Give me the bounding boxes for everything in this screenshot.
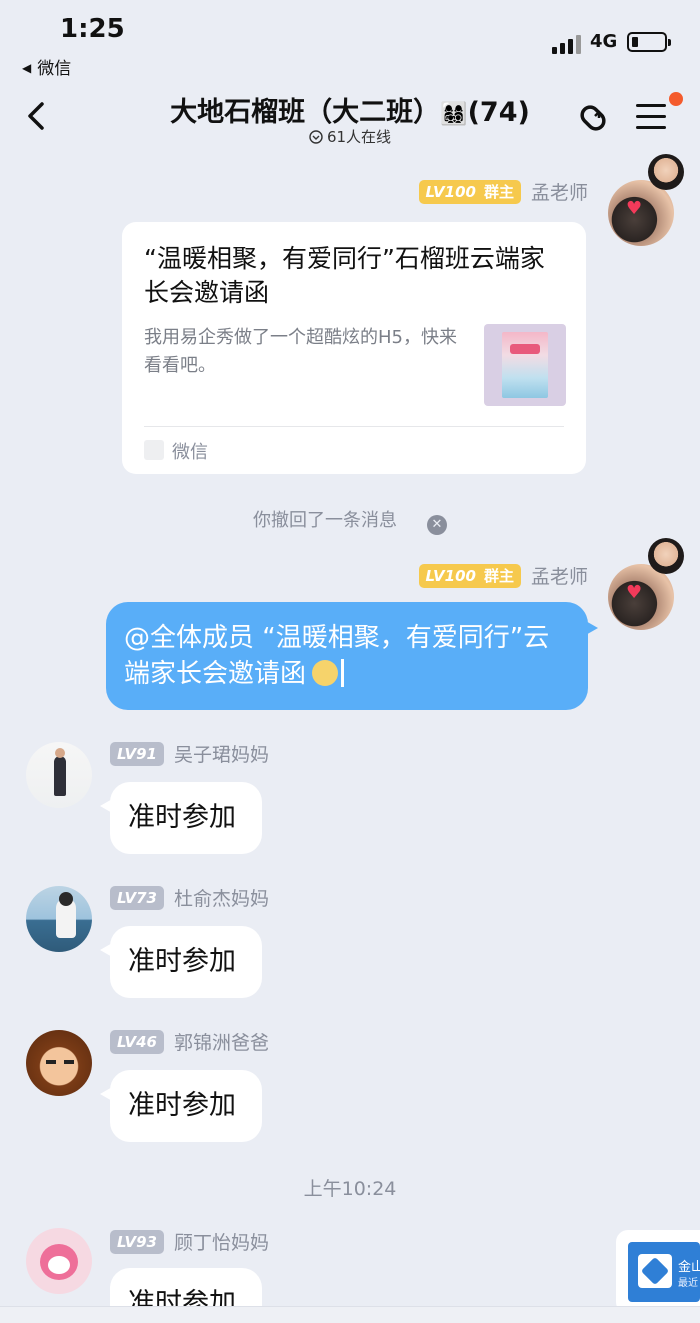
source-app-icon xyxy=(144,440,164,460)
input-bar[interactable] xyxy=(0,1306,700,1323)
message-bubble-self[interactable]: @全体成员 “温暖相聚，有爱同行”云端家长会邀请函 xyxy=(106,602,598,710)
card-divider xyxy=(144,426,564,427)
message-bubble[interactable]: 准时参加 xyxy=(100,1070,262,1142)
family-emoji-icon: 👩‍👩‍👧‍👦 xyxy=(440,102,468,127)
card-title: “温暖相聚，有爱同行”石榴班云端家长会邀请函 xyxy=(144,244,545,307)
status-time: 1:25 xyxy=(60,14,125,44)
message-meta: LV91 吴子珺妈妈 xyxy=(110,740,269,767)
floating-app-tile[interactable]: 金山 最近 xyxy=(616,1230,700,1314)
message-bubble[interactable]: 准时参加 xyxy=(100,926,262,998)
back-triangle-icon: ◀ xyxy=(22,61,32,75)
message-meta: LV93 顾丁怡妈妈 xyxy=(110,1228,269,1255)
group-name: 大地石榴班（大二班） xyxy=(170,97,441,128)
owner-role-label: 群主 xyxy=(483,567,514,585)
battery-icon xyxy=(627,32,671,52)
message-meta: LV100 群主 孟老师 xyxy=(418,178,588,205)
recall-text: 你撤回了一条消息 xyxy=(253,510,397,531)
level-badge: LV46 xyxy=(110,1029,164,1054)
card-description: 我用易企秀做了一个超酷炫的H5，快来看看吧。 xyxy=(144,327,457,376)
card-source: 微信 xyxy=(172,442,208,463)
message-meta: LV100 群主 孟老师 xyxy=(418,562,588,589)
share-link-icon[interactable] xyxy=(572,98,614,138)
tile-subtitle: 最近 xyxy=(678,1278,698,1289)
app-tile-body: 金山 最近 xyxy=(628,1242,700,1302)
level-badge: LV73 xyxy=(110,885,164,910)
network-type: 4G xyxy=(590,31,618,52)
sender-name: 孟老师 xyxy=(530,182,588,204)
level-text: LV100 xyxy=(425,566,476,585)
level-badge: LV93 xyxy=(110,1229,164,1254)
avatar[interactable] xyxy=(26,1228,92,1294)
kingsoft-logo-icon xyxy=(638,1254,672,1288)
heart-icon: ♥ xyxy=(626,198,643,219)
notification-dot xyxy=(669,92,683,106)
heart-icon: ♥ xyxy=(626,582,643,603)
level-text: LV100 xyxy=(425,182,476,201)
message-bubble[interactable]: 准时参加 xyxy=(110,1268,262,1308)
back-to-app-link[interactable]: ◀ 微信 xyxy=(22,54,71,79)
online-indicator-icon xyxy=(309,130,323,144)
emoji-face-icon xyxy=(312,660,339,686)
status-bar: 1:25 ◀ 微信 4G xyxy=(0,0,700,84)
tile-title: 金山 xyxy=(678,1260,700,1275)
avatar[interactable] xyxy=(26,886,92,952)
menu-icon[interactable] xyxy=(636,104,668,132)
avatar[interactable] xyxy=(26,742,92,808)
level-badge: LV100 群主 xyxy=(418,179,521,204)
member-count: (74) xyxy=(467,97,530,128)
avatar[interactable] xyxy=(26,1030,92,1096)
dismiss-icon[interactable]: ✕ xyxy=(427,514,447,535)
message-text: @全体成员 “温暖相聚，有爱同行”云端家长会邀请函 xyxy=(124,623,550,689)
message-meta: LV46 郭锦洲爸爸 xyxy=(110,1028,269,1055)
level-badge: LV91 xyxy=(110,741,164,766)
level-badge: LV100 群主 xyxy=(418,563,521,588)
sender-name: 顾丁怡妈妈 xyxy=(173,1232,269,1254)
signal-strength-icon xyxy=(552,34,584,54)
message-text: 准时参加 xyxy=(128,1288,236,1308)
avatar-sticker xyxy=(648,538,684,574)
owner-role-label: 群主 xyxy=(483,183,514,201)
chat-header: 大地石榴班（大二班）👩‍👩‍👧‍👦(74) 61人在线 xyxy=(0,84,700,156)
sender-name: 孟老师 xyxy=(530,566,588,588)
text-cursor xyxy=(341,659,345,687)
message-meta: LV73 杜俞杰妈妈 xyxy=(110,884,269,911)
sender-name: 吴子珺妈妈 xyxy=(173,744,269,766)
recall-notice: 你撤回了一条消息 ✕ xyxy=(0,506,700,535)
message-bubble[interactable]: 准时参加 xyxy=(100,782,262,854)
online-count: 61人在线 xyxy=(326,128,392,146)
link-card[interactable]: “温暖相聚，有爱同行”石榴班云端家长会邀请函 我用易企秀做了一个超酷炫的H5，快… xyxy=(122,222,586,474)
time-separator: 上午10:24 xyxy=(303,1178,397,1200)
sender-name: 杜俞杰妈妈 xyxy=(173,888,269,910)
card-thumbnail xyxy=(484,324,566,406)
sender-name: 郭锦洲爸爸 xyxy=(173,1032,269,1054)
avatar-sticker xyxy=(648,154,684,190)
back-app-label: 微信 xyxy=(37,59,72,79)
